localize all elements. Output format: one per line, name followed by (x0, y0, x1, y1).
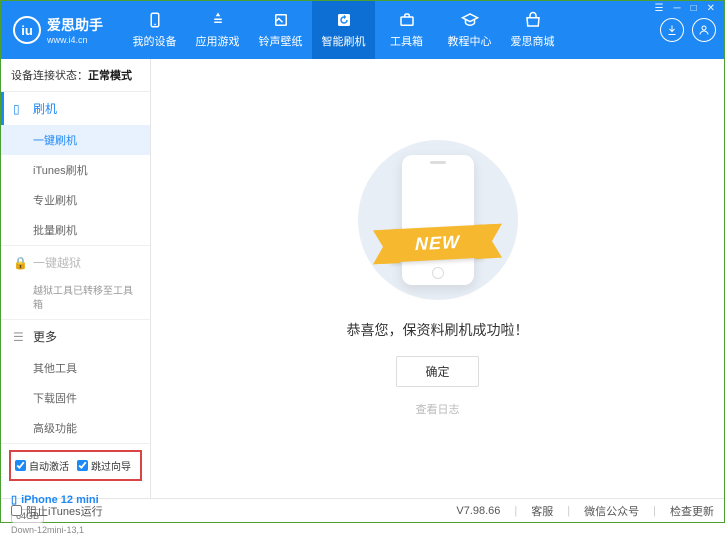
success-message: 恭喜您，保资料刷机成功啦！ (347, 320, 529, 340)
header-right (660, 1, 716, 59)
main-content: NEW 恭喜您，保资料刷机成功啦！ 确定 查看日志 (151, 59, 724, 498)
lock-icon: 🔒 (13, 256, 27, 270)
nav-tabs: 我的设备 应用游戏 铃声壁纸 智能刷机 工具箱 教程中心 爱思商城 (123, 1, 564, 59)
version-label: V7.98.66 (456, 505, 500, 517)
brand: 爱思助手 www.i4.cn (47, 15, 103, 45)
sidebar-item-other[interactable]: 其他工具 (1, 353, 150, 383)
service-link[interactable]: 客服 (531, 503, 553, 519)
tab-tutorials[interactable]: 教程中心 (438, 1, 501, 59)
download-icon (666, 24, 678, 36)
sidebar-item-batch[interactable]: 批量刷机 (1, 215, 150, 245)
sidebar-flash-header[interactable]: ▯ 刷机 (1, 92, 150, 125)
wallpaper-icon (272, 11, 290, 29)
view-log-link[interactable]: 查看日志 (416, 401, 460, 417)
apps-icon (209, 11, 227, 29)
phone-icon (146, 11, 164, 29)
confirm-button[interactable]: 确定 (396, 356, 478, 387)
app-header: iu 爱思助手 www.i4.cn 我的设备 应用游戏 铃声壁纸 智能刷机 工具… (1, 1, 724, 59)
tab-smart-flash[interactable]: 智能刷机 (312, 1, 375, 59)
tab-store[interactable]: 爱思商城 (501, 1, 564, 59)
download-button[interactable] (660, 18, 684, 42)
user-icon (698, 24, 710, 36)
sidebar: 设备连接状态：正常模式 ▯ 刷机 一键刷机 iTunes刷机 专业刷机 批量刷机… (1, 59, 151, 498)
sidebar-jailbreak-header: 🔒 一键越狱 (1, 246, 150, 279)
new-ribbon: NEW (391, 225, 484, 263)
phone-small-icon: ▯ (13, 102, 27, 116)
user-button[interactable] (692, 18, 716, 42)
skip-guide-checkbox[interactable]: 跳过向导 (77, 458, 131, 473)
block-itunes-checkbox[interactable]: 阻止iTunes运行 (11, 503, 103, 519)
sidebar-item-download[interactable]: 下载固件 (1, 383, 150, 413)
sidebar-item-pro[interactable]: 专业刷机 (1, 185, 150, 215)
store-icon (524, 11, 542, 29)
sidebar-item-itunes[interactable]: iTunes刷机 (1, 155, 150, 185)
success-illustration: NEW (358, 140, 518, 300)
phone-graphic (402, 155, 474, 285)
tab-apps[interactable]: 应用游戏 (186, 1, 249, 59)
options-box: 自动激活 跳过向导 (9, 450, 142, 481)
auto-activate-checkbox[interactable]: 自动激活 (15, 458, 69, 473)
tab-my-device[interactable]: 我的设备 (123, 1, 186, 59)
logo-icon: iu (13, 16, 41, 44)
brand-name: 爱思助手 (47, 15, 103, 35)
toolbox-icon (398, 11, 416, 29)
sidebar-item-oneclick[interactable]: 一键刷机 (1, 125, 150, 155)
graduation-icon (461, 11, 479, 29)
sidebar-item-advanced[interactable]: 高级功能 (1, 413, 150, 443)
jailbreak-note: 越狱工具已转移至工具箱 (1, 279, 150, 319)
logo-section: iu 爱思助手 www.i4.cn (1, 15, 115, 45)
check-update-link[interactable]: 检查更新 (670, 503, 714, 519)
refresh-icon (335, 11, 353, 29)
tab-toolbox[interactable]: 工具箱 (375, 1, 438, 59)
connection-status: 设备连接状态：正常模式 (1, 59, 150, 92)
sidebar-more-header[interactable]: ☰ 更多 (1, 320, 150, 353)
brand-url: www.i4.cn (47, 35, 103, 45)
tab-ringtones[interactable]: 铃声壁纸 (249, 1, 312, 59)
list-icon: ☰ (13, 330, 27, 344)
device-version: Down-12mini-13,1 (11, 525, 140, 535)
wechat-link[interactable]: 微信公众号 (584, 503, 639, 519)
